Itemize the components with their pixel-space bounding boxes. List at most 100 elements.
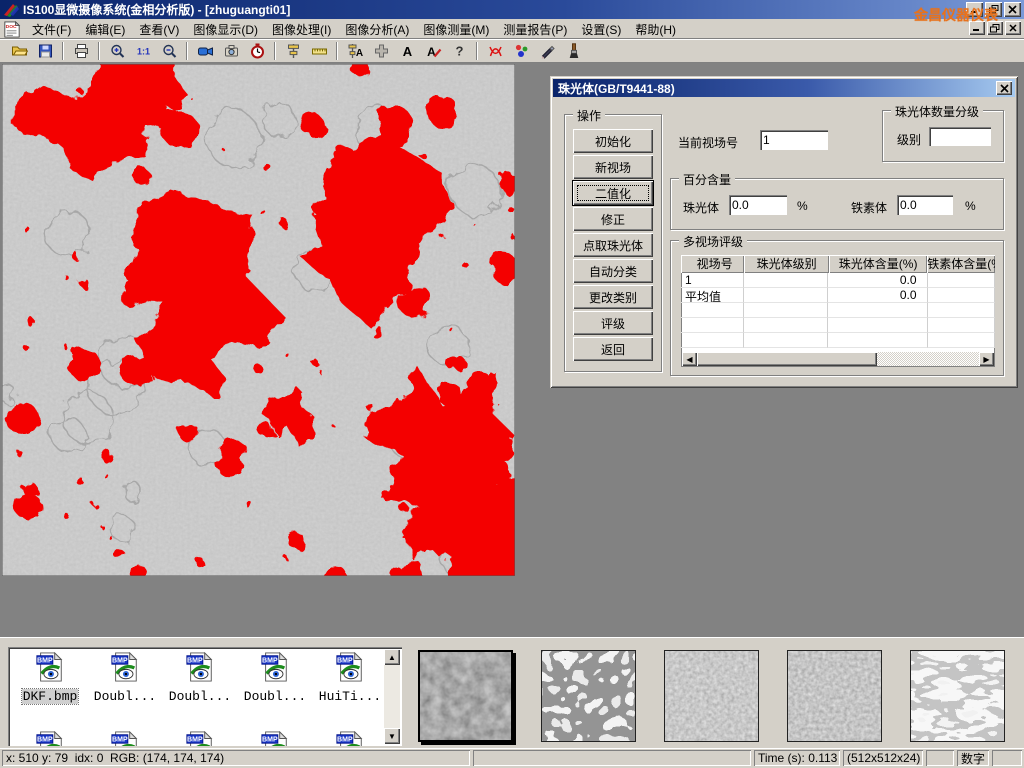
scrollbar-thumb[interactable] bbox=[697, 352, 877, 366]
zoom-in-button[interactable] bbox=[104, 41, 130, 62]
file-item[interactable]: DKF.bmp bbox=[14, 652, 86, 705]
file-name[interactable]: DKF.bmp bbox=[22, 689, 79, 704]
new-field-button[interactable]: 新视场 bbox=[573, 155, 653, 179]
svg-text:A: A bbox=[427, 45, 436, 59]
menu-item-9[interactable]: 帮助(H) bbox=[628, 19, 683, 40]
help-button[interactable]: ? bbox=[446, 41, 472, 62]
table-horizontal-scrollbar[interactable]: ◀ ▶ bbox=[682, 352, 994, 366]
table-row[interactable] bbox=[681, 333, 995, 348]
menu-item-5[interactable]: 图像分析(A) bbox=[338, 19, 416, 40]
erase-curve-button[interactable] bbox=[482, 41, 508, 62]
measure-text-button[interactable]: A bbox=[342, 41, 368, 62]
menu-item-2[interactable]: 查看(V) bbox=[132, 19, 186, 40]
video-camera-button[interactable] bbox=[192, 41, 218, 62]
file-name[interactable]: Doubl... bbox=[168, 689, 232, 704]
status-spacer-panel bbox=[473, 750, 751, 766]
count-points-button[interactable] bbox=[508, 41, 534, 62]
mdi-restore-button[interactable] bbox=[987, 21, 1003, 35]
percent-group-label: 百分含量 bbox=[679, 171, 735, 188]
mdi-close-button[interactable] bbox=[1005, 21, 1021, 35]
dialog-title-bar[interactable]: 珠光体(GB/T9441-88) bbox=[553, 79, 1015, 97]
toolbar-separator bbox=[476, 42, 478, 60]
table-row[interactable] bbox=[681, 318, 995, 333]
file-item[interactable] bbox=[314, 731, 386, 746]
level-input[interactable] bbox=[929, 127, 991, 146]
file-item[interactable] bbox=[89, 731, 161, 746]
zoom-out-icon bbox=[161, 43, 178, 59]
mdi-minimize-button[interactable] bbox=[969, 21, 985, 35]
dialog-close-button[interactable] bbox=[996, 81, 1012, 95]
scroll-down-button[interactable]: ▼ bbox=[384, 728, 400, 744]
pattern-button[interactable] bbox=[368, 41, 394, 62]
pen-button[interactable] bbox=[534, 41, 560, 62]
scrollbar-track[interactable] bbox=[697, 352, 979, 366]
pearlite-input[interactable] bbox=[729, 195, 787, 215]
annotate-button[interactable]: A bbox=[420, 41, 446, 62]
pearlite-dialog: 珠光体(GB/T9441-88) 操作 初始化 新视场 二值化 修正 点取珠光体… bbox=[550, 76, 1018, 388]
file-item[interactable]: Doubl... bbox=[239, 652, 311, 705]
menu-item-0[interactable]: 文件(F) bbox=[25, 19, 78, 40]
file-item[interactable] bbox=[164, 731, 236, 746]
current-field-input[interactable] bbox=[760, 130, 828, 150]
scroll-left-button[interactable]: ◀ bbox=[682, 352, 697, 366]
file-item[interactable]: Doubl... bbox=[164, 652, 236, 705]
file-item[interactable] bbox=[14, 731, 86, 746]
caliper-button[interactable] bbox=[280, 41, 306, 62]
thumbnail-4[interactable] bbox=[787, 650, 882, 742]
scroll-right-button[interactable]: ▶ bbox=[979, 352, 994, 366]
menu-item-4[interactable]: 图像处理(I) bbox=[265, 19, 338, 40]
initialize-button[interactable]: 初始化 bbox=[573, 129, 653, 153]
scroll-up-button[interactable]: ▲ bbox=[384, 649, 400, 665]
menu-item-7[interactable]: 测量报告(P) bbox=[496, 19, 574, 40]
thumbnail-3[interactable] bbox=[664, 650, 759, 742]
arrow-up-icon: ▲ bbox=[388, 653, 396, 662]
return-button[interactable]: 返回 bbox=[573, 337, 653, 361]
save-button[interactable] bbox=[32, 41, 58, 62]
menu-item-8[interactable]: 设置(S) bbox=[574, 19, 628, 40]
erase-curve-icon bbox=[487, 43, 504, 59]
thumbnail-2[interactable] bbox=[541, 650, 636, 742]
minimize-button[interactable] bbox=[966, 2, 983, 17]
cell-pearlite: 0.0 bbox=[828, 288, 927, 303]
document-icon[interactable]: DOC bbox=[3, 21, 21, 38]
file-item[interactable]: HuiTi... bbox=[314, 652, 386, 705]
text-button[interactable]: A bbox=[394, 41, 420, 62]
print-button[interactable] bbox=[68, 41, 94, 62]
actual-size-button[interactable]: 1:1 bbox=[130, 41, 156, 62]
file-item[interactable]: Doubl... bbox=[89, 652, 161, 705]
menu-item-6[interactable]: 图像测量(M) bbox=[416, 19, 496, 40]
file-name[interactable]: HuiTi... bbox=[318, 689, 382, 704]
binarize-button[interactable]: 二值化 bbox=[573, 181, 653, 205]
micrograph-image[interactable] bbox=[2, 64, 515, 576]
menu-item-3[interactable]: 图像显示(D) bbox=[186, 19, 265, 40]
table-row[interactable] bbox=[681, 303, 995, 318]
brush-button[interactable] bbox=[560, 41, 586, 62]
ferrite-input[interactable] bbox=[897, 195, 953, 215]
thumbnail-5[interactable] bbox=[910, 650, 1005, 742]
file-list-scrollbar[interactable]: ▲ ▼ bbox=[384, 649, 400, 744]
pick-pearlite-button[interactable]: 点取珠光体 bbox=[573, 233, 653, 257]
menu-item-1[interactable]: 编辑(E) bbox=[78, 19, 132, 40]
grade-button[interactable]: 评级 bbox=[573, 311, 653, 335]
table-row[interactable]: 平均值 0.0 bbox=[681, 288, 995, 303]
snapshot-button[interactable] bbox=[218, 41, 244, 62]
col-header-pearlite-grade: 珠光体级别 bbox=[744, 255, 829, 273]
percent-group: 百分含量 珠光体 % 铁素体 % bbox=[670, 178, 1004, 230]
file-item[interactable] bbox=[239, 731, 311, 746]
close-button[interactable] bbox=[1004, 2, 1021, 17]
col-header-field-no: 视场号 bbox=[681, 255, 744, 273]
correct-button[interactable]: 修正 bbox=[573, 207, 653, 231]
zoom-out-button[interactable] bbox=[156, 41, 182, 62]
bmp-file-icon bbox=[335, 731, 365, 746]
file-name[interactable]: Doubl... bbox=[93, 689, 157, 704]
change-class-button[interactable]: 更改类别 bbox=[573, 285, 653, 309]
file-name[interactable]: Doubl... bbox=[243, 689, 307, 704]
open-button[interactable] bbox=[6, 41, 32, 62]
thumbnail-1[interactable] bbox=[418, 650, 513, 742]
restore-button[interactable] bbox=[985, 2, 1002, 17]
table-row[interactable]: 1 0.0 bbox=[681, 273, 995, 288]
auto-classify-button[interactable]: 自动分类 bbox=[573, 259, 653, 283]
file-list[interactable]: DKF.bmpDoubl...Doubl...Doubl...HuiTi... … bbox=[8, 647, 402, 746]
timer-button[interactable] bbox=[244, 41, 270, 62]
ruler-button[interactable] bbox=[306, 41, 332, 62]
